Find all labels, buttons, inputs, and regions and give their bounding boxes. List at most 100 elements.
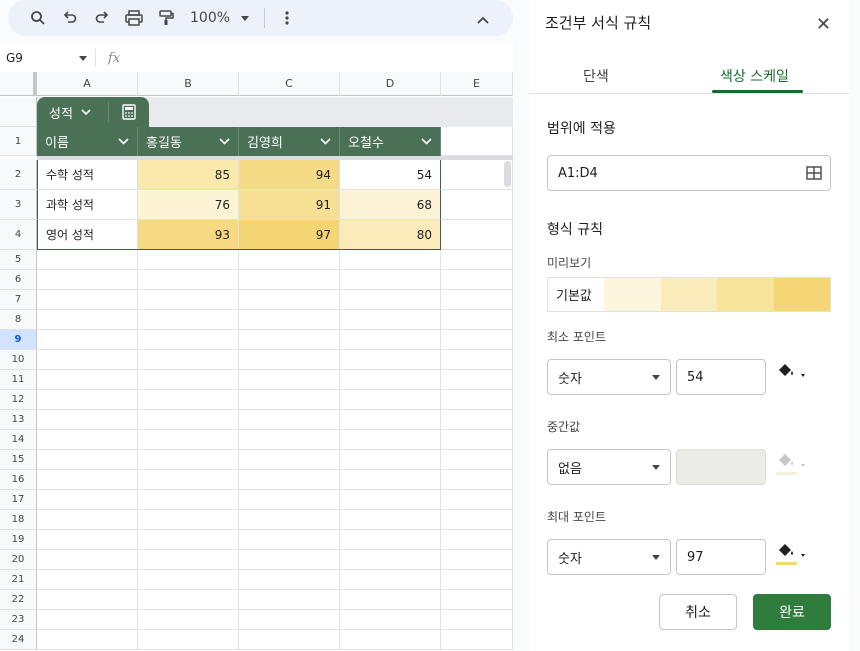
table-header-cell[interactable]: 오철수 bbox=[340, 127, 441, 156]
undo-icon[interactable] bbox=[54, 2, 86, 34]
cell[interactable] bbox=[37, 390, 138, 410]
cell[interactable] bbox=[138, 450, 239, 470]
cell[interactable] bbox=[239, 470, 340, 490]
cell[interactable] bbox=[441, 570, 513, 590]
cell[interactable] bbox=[239, 590, 340, 610]
table-header-cell[interactable]: 홍길동 bbox=[138, 127, 239, 156]
table-value-cell[interactable]: 80 bbox=[340, 220, 441, 250]
cell[interactable] bbox=[340, 330, 441, 350]
cell[interactable] bbox=[441, 127, 513, 156]
cell[interactable] bbox=[239, 510, 340, 530]
min-type-select[interactable]: 숫자 bbox=[547, 359, 671, 395]
cell[interactable] bbox=[37, 510, 138, 530]
color-scale-preview[interactable]: 기본값 bbox=[547, 277, 831, 312]
cell[interactable] bbox=[441, 510, 513, 530]
cell[interactable] bbox=[340, 430, 441, 450]
cell[interactable] bbox=[441, 630, 513, 650]
cell[interactable] bbox=[37, 330, 138, 350]
cell[interactable] bbox=[441, 190, 513, 220]
cell[interactable] bbox=[239, 450, 340, 470]
cell[interactable] bbox=[138, 290, 239, 310]
chevron-up-icon[interactable] bbox=[467, 4, 499, 36]
select-all-corner[interactable] bbox=[0, 72, 37, 96]
zoom-select[interactable]: 100% bbox=[190, 10, 250, 26]
row-header[interactable]: 9 bbox=[0, 330, 37, 350]
row-header[interactable]: 12 bbox=[0, 390, 37, 410]
table-header-cell[interactable]: 이름 bbox=[37, 127, 138, 156]
cell[interactable] bbox=[138, 250, 239, 270]
cell[interactable] bbox=[37, 530, 138, 550]
cell[interactable] bbox=[239, 550, 340, 570]
cell[interactable] bbox=[340, 410, 441, 430]
cell[interactable] bbox=[441, 220, 513, 250]
cell[interactable] bbox=[138, 630, 239, 650]
cell[interactable] bbox=[340, 470, 441, 490]
cell[interactable] bbox=[138, 470, 239, 490]
cell[interactable] bbox=[138, 430, 239, 450]
cell[interactable] bbox=[37, 250, 138, 270]
cell[interactable] bbox=[138, 350, 239, 370]
cell[interactable] bbox=[37, 370, 138, 390]
spreadsheet-grid[interactable]: A B C D E 성적 1 2 3 4 5 6 7 8 9 10 11 12 13 14 15 16 17 18 19 20 21… bbox=[0, 72, 513, 651]
cell[interactable] bbox=[37, 470, 138, 490]
chevron-down-icon[interactable] bbox=[421, 138, 432, 145]
cell[interactable] bbox=[138, 330, 239, 350]
table-value-cell[interactable]: 85 bbox=[138, 160, 239, 190]
min-fill-color-button[interactable] bbox=[776, 362, 810, 390]
cell[interactable] bbox=[239, 490, 340, 510]
cell[interactable] bbox=[340, 570, 441, 590]
more-vert-icon[interactable] bbox=[271, 2, 303, 34]
table-value-cell[interactable]: 93 bbox=[138, 220, 239, 250]
cell[interactable] bbox=[441, 470, 513, 490]
table-header-cell[interactable]: 김영희 bbox=[239, 127, 340, 156]
cell[interactable] bbox=[37, 450, 138, 470]
cell[interactable] bbox=[239, 530, 340, 550]
done-button[interactable]: 완료 bbox=[753, 594, 831, 630]
cell[interactable] bbox=[340, 490, 441, 510]
cell[interactable] bbox=[441, 370, 513, 390]
row-header[interactable]: 6 bbox=[0, 270, 37, 290]
cell[interactable] bbox=[340, 450, 441, 470]
cell[interactable] bbox=[37, 490, 138, 510]
cell[interactable] bbox=[441, 250, 513, 270]
cancel-button[interactable]: 취소 bbox=[659, 594, 737, 630]
print-icon[interactable] bbox=[118, 2, 150, 34]
cell[interactable] bbox=[138, 590, 239, 610]
cell[interactable] bbox=[441, 430, 513, 450]
cell[interactable] bbox=[340, 530, 441, 550]
cell[interactable] bbox=[239, 250, 340, 270]
redo-icon[interactable] bbox=[86, 2, 118, 34]
table-row-label[interactable]: 수학 성적 bbox=[37, 160, 138, 190]
table-value-cell[interactable]: 54 bbox=[340, 160, 441, 190]
cell[interactable] bbox=[37, 570, 138, 590]
cell[interactable] bbox=[340, 550, 441, 570]
cell[interactable] bbox=[239, 610, 340, 630]
cell[interactable] bbox=[441, 530, 513, 550]
name-box[interactable]: G9 bbox=[0, 49, 96, 67]
table-row-label[interactable]: 과학 성적 bbox=[37, 190, 138, 220]
cell[interactable] bbox=[340, 390, 441, 410]
cell[interactable] bbox=[441, 390, 513, 410]
cell[interactable] bbox=[239, 630, 340, 650]
min-value-input[interactable]: 54 bbox=[676, 359, 766, 395]
cell[interactable] bbox=[138, 490, 239, 510]
table-name-tab[interactable]: 성적 bbox=[37, 97, 149, 127]
row-header[interactable]: 18 bbox=[0, 510, 37, 530]
paint-format-icon[interactable] bbox=[150, 2, 182, 34]
cell[interactable] bbox=[239, 330, 340, 350]
cell[interactable] bbox=[441, 410, 513, 430]
row-header[interactable]: 10 bbox=[0, 350, 37, 370]
cell[interactable] bbox=[239, 350, 340, 370]
cell[interactable] bbox=[340, 250, 441, 270]
table-value-cell[interactable]: 91 bbox=[239, 190, 340, 220]
table-name[interactable]: 성적 bbox=[37, 102, 109, 122]
mid-type-select[interactable]: 없음 bbox=[547, 449, 671, 485]
table-value-cell[interactable]: 97 bbox=[239, 220, 340, 250]
row-header[interactable]: 7 bbox=[0, 290, 37, 310]
cell[interactable] bbox=[340, 610, 441, 630]
cell[interactable] bbox=[239, 310, 340, 330]
cell[interactable] bbox=[441, 290, 513, 310]
tab-single-color[interactable]: 단색 bbox=[583, 66, 609, 86]
cell[interactable] bbox=[239, 270, 340, 290]
cell[interactable] bbox=[37, 430, 138, 450]
